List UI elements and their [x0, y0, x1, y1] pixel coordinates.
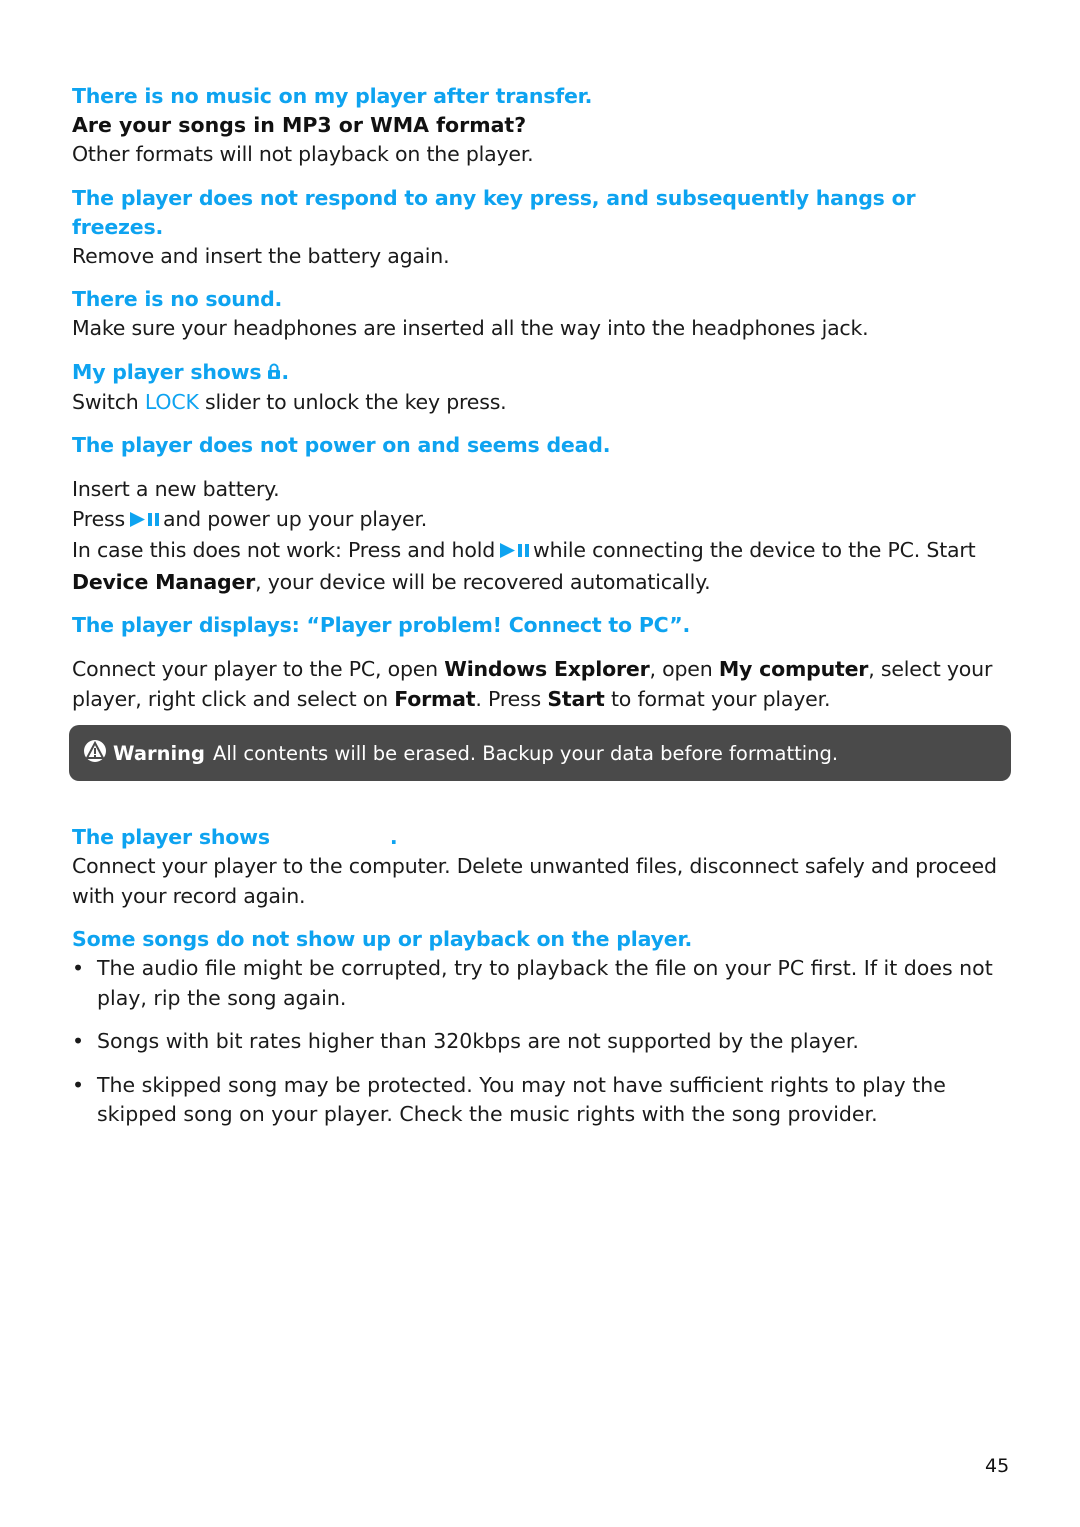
bullet: •	[72, 1072, 85, 1097]
section-body: Other formats will not playback on the p…	[72, 142, 534, 166]
list-item: • Songs with bit rates higher than 320kbp…	[72, 1027, 1012, 1057]
warning-text: All contents will be erased. Backup your…	[213, 741, 839, 765]
warning-label: Warning	[113, 741, 205, 765]
bullet-list: • The audio file might be corrupted, try …	[72, 954, 1012, 1130]
warning-box: Warning All contents will be erased. Bac…	[69, 725, 1011, 781]
heading-text: The player shows	[72, 825, 270, 849]
section-body-line: Device Manager, your device will be reco…	[72, 568, 1012, 598]
body-text: Connect your player to the PC, open	[72, 657, 445, 681]
windows-explorer-label: Windows Explorer	[444, 657, 650, 681]
list-item-text: Songs with bit rates higher than 320kbps…	[97, 1029, 859, 1053]
section-heading: The player displays: “Player problem! Co…	[72, 613, 691, 637]
document-page: There is no music on my player after tra…	[69, 82, 1012, 1144]
bullet: •	[72, 1029, 85, 1053]
device-manager-label: Device Manager	[72, 569, 256, 594]
heading-text: My player shows	[72, 359, 262, 384]
body-text: Press	[72, 506, 125, 531]
section-body: Connect your player to the computer. Del…	[72, 854, 997, 908]
format-label: Format	[394, 686, 476, 711]
section-heading: The player does not respond to any key p…	[72, 185, 916, 239]
heading-suffix: .	[389, 825, 398, 849]
body-text: while connecting the device to the PC. S…	[533, 538, 976, 562]
body-text: In case this does not work: Press and ho…	[72, 538, 496, 562]
body-text: to format your player.	[604, 686, 831, 711]
section-heading: The player shows.	[72, 823, 1012, 852]
lock-label: LOCK	[144, 389, 199, 414]
my-computer-label: My computer	[718, 657, 869, 681]
start-label: Start	[547, 686, 605, 711]
heading-suffix: .	[281, 359, 289, 384]
list-item-text: The audio file might be corrupted, try t…	[97, 956, 993, 1010]
body-text: Switch	[72, 389, 139, 414]
warning-triangle-icon	[83, 739, 107, 768]
list-item-text: The skipped song may be protected. You m…	[97, 1072, 946, 1127]
body-text: , your device will be recovered automati…	[255, 569, 711, 594]
section-heading: Some songs do not show up or playback on…	[72, 927, 693, 951]
section-body-line: In case this does not work: Press and ho…	[72, 536, 1012, 568]
section-body: Switch LOCK slider to unlock the key pre…	[72, 388, 1012, 418]
section-subheading: Are your songs in MP3 or WMA format?	[72, 113, 527, 137]
list-item: • The audio file might be corrupted, try …	[72, 954, 1012, 1013]
lock-icon	[267, 359, 281, 388]
section-body-line: Insert a new battery.	[72, 477, 280, 501]
body-text: slider to unlock the key press.	[205, 389, 507, 414]
page-number: 45	[985, 1455, 1010, 1477]
section-heading: There is no sound.	[72, 287, 283, 311]
section-body: Remove and insert the battery again.	[72, 243, 450, 268]
bullet: •	[72, 956, 85, 980]
play-pause-icon	[128, 507, 160, 537]
section-body: Connect your player to the PC, open Wind…	[72, 655, 1012, 714]
section-heading: The player does not power on and seems d…	[72, 433, 611, 457]
play-pause-icon	[498, 538, 530, 568]
section-heading-lock: My player shows.	[72, 358, 1012, 388]
body-text: , open	[649, 657, 719, 681]
section-body-line: Press and power up your player.	[72, 505, 1012, 537]
section-body: Make sure your headphones are inserted a…	[72, 316, 869, 340]
body-text: and power up your player.	[162, 506, 428, 531]
body-text: . Press	[475, 686, 548, 711]
section-heading: There is no music on my player after tra…	[72, 84, 593, 108]
list-item: • The skipped song may be protected. You …	[72, 1071, 1012, 1130]
